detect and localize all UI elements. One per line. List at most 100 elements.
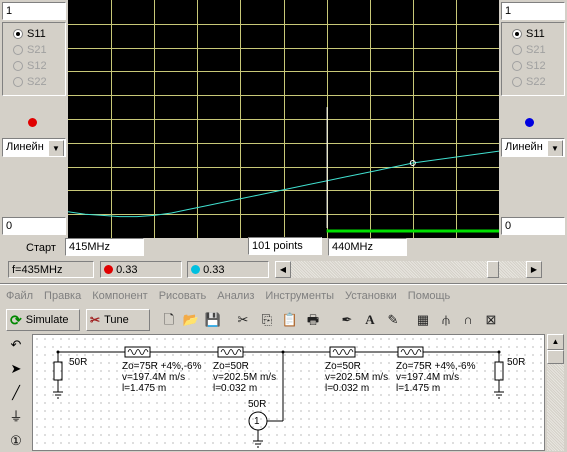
menu-component[interactable]: Компонент [92,290,147,302]
scroll-left-icon[interactable]: ◀ [275,261,291,278]
marker1-value: 0.33 [116,264,138,276]
tl3-velocity: v=202.5M m/s [325,372,389,383]
radio-label: S11 [27,28,46,40]
tl1-impedance: Zo=75R +4%,-6% [122,361,202,372]
divider [0,283,567,285]
vertical-scroll-thumb[interactable] [547,350,564,364]
left-min-field[interactable]: 0 [2,217,66,235]
right-min-field[interactable]: 0 [501,217,565,235]
red-marker-icon [104,265,113,274]
schematic-wires [53,346,504,448]
open-folder-icon[interactable]: 📂 [182,311,200,329]
pen-icon[interactable]: ✎ [384,311,402,329]
right-param-group: S11 S21 S12 S22 [501,22,565,96]
source-resistor-label: 50R [248,399,267,410]
frequency-scrollbar[interactable]: ◀ ▶ [275,261,542,278]
tl4-length: l=1.475 m [396,383,441,394]
chevron-down-icon[interactable]: ▼ [547,140,563,156]
chevron-down-icon[interactable]: ▼ [48,140,64,156]
rotate-icon[interactable]: ↶ [6,336,26,354]
left-param-group: S11 S21 S12 S22 [2,22,66,96]
simulate-button[interactable]: ⟳ Simulate [6,309,80,331]
points-field[interactable]: 101 points [248,237,322,255]
left-radio-s22[interactable]: S22 [13,74,47,90]
right-index-field[interactable]: 1 [501,2,565,20]
antenna-icon[interactable]: ⫛ [437,311,455,329]
right-marker-dot [525,118,534,127]
right-scale-value: Линейн [505,141,543,153]
pointer-icon[interactable]: ➤ [6,360,26,378]
schematic-scrollbar[interactable]: ▲ [547,334,564,451]
formula-icon[interactable]: ⊠ [482,311,500,329]
source-number-label: 1 [254,416,260,427]
menu-file[interactable]: Файл [6,290,33,302]
marker2-value: 0.33 [203,264,225,276]
component-palette: ↶ ➤ ╱ ⏚ ① [0,334,32,451]
cyan-marker-icon [191,265,200,274]
left-index-field[interactable]: 1 [2,2,66,20]
right-radio-s11[interactable]: S11 [512,26,545,42]
source-icon[interactable]: ① [6,432,26,450]
save-icon[interactable]: 💾 [204,311,222,329]
right-scale-select[interactable]: Линейн ▼ [501,138,565,157]
radio-label: S22 [526,76,546,88]
frequency-readout: f=435MHz [8,261,94,278]
wire-icon[interactable]: ╱ [6,384,26,402]
start-label: Старт [26,242,56,254]
left-radio-s12[interactable]: S12 [13,58,47,74]
probe-icon[interactable]: ✒ [338,311,356,329]
left-radio-s21[interactable]: S21 [13,42,47,58]
tl4-impedance: Zo=75R +4%,-6% [396,361,476,372]
right-radio-s12[interactable]: S12 [512,58,546,74]
simulate-label: Simulate [25,314,69,326]
right-radio-s22[interactable]: S22 [512,74,546,90]
radio-label: S12 [526,60,546,72]
tune-icon: ✂ [90,313,101,327]
scroll-up-icon[interactable]: ▲ [547,334,564,350]
schematic-canvas[interactable]: 50R 50R Zo=75R +4%,-6% v=197.4M m/s l=1.… [32,334,545,451]
print-icon[interactable]: 🖶 [304,311,322,329]
tl2-impedance: Zo=50R [213,361,249,372]
tl1-velocity: v=197.4M m/s [122,372,186,383]
tl2-velocity: v=202.5M m/s [213,372,277,383]
port1-resistor-label: 50R [69,357,88,368]
radio-label: S11 [526,28,545,40]
right-radio-s21[interactable]: S21 [512,42,546,58]
radio-label: S22 [27,76,47,88]
tune-button[interactable]: ✂ Tune [86,309,150,331]
ground-icon[interactable]: ⏚ [6,408,26,426]
refresh-icon: ⟳ [10,311,22,328]
marker2-readout: 0.33 [187,261,269,278]
cut-icon[interactable]: ✂ [234,311,252,329]
left-scale-value: Линейн [6,141,44,153]
menu-settings[interactable]: Установки [345,290,397,302]
coil-icon[interactable]: ∩ [459,311,477,329]
radio-label: S12 [27,60,47,72]
response-chart[interactable] [68,0,499,238]
copy-icon[interactable]: ⎘ [258,311,276,329]
tl1-length: l=1.475 m [122,383,167,394]
new-file-icon[interactable]: 🗋 [160,311,178,329]
scroll-thumb[interactable] [487,261,500,278]
marker1-readout: 0.33 [100,261,182,278]
radio-label: S21 [27,44,47,56]
left-marker-dot [28,118,37,127]
tl3-impedance: Zo=50R [325,361,361,372]
paste-icon[interactable]: 📋 [281,311,299,329]
radio-label: S21 [526,44,546,56]
stop-frequency-field[interactable]: 440MHz [328,238,407,256]
left-radio-s11[interactable]: S11 [13,26,46,42]
start-frequency-field[interactable]: 415MHz [65,238,144,256]
tl2-length: l=0.032 m [213,383,258,394]
tune-label: Tune [104,314,129,326]
left-scale-select[interactable]: Линейн ▼ [2,138,66,157]
menu-draw[interactable]: Рисовать [159,290,207,302]
text-icon[interactable]: A [361,311,379,329]
menu-edit[interactable]: Правка [44,290,81,302]
menu-help[interactable]: Помощь [408,290,451,302]
menu-tools[interactable]: Инструменты [265,290,334,302]
port2-resistor-label: 50R [507,357,526,368]
menu-analysis[interactable]: Анализ [217,290,254,302]
scroll-right-icon[interactable]: ▶ [526,261,542,278]
calculator-icon[interactable]: ▦ [414,311,432,329]
